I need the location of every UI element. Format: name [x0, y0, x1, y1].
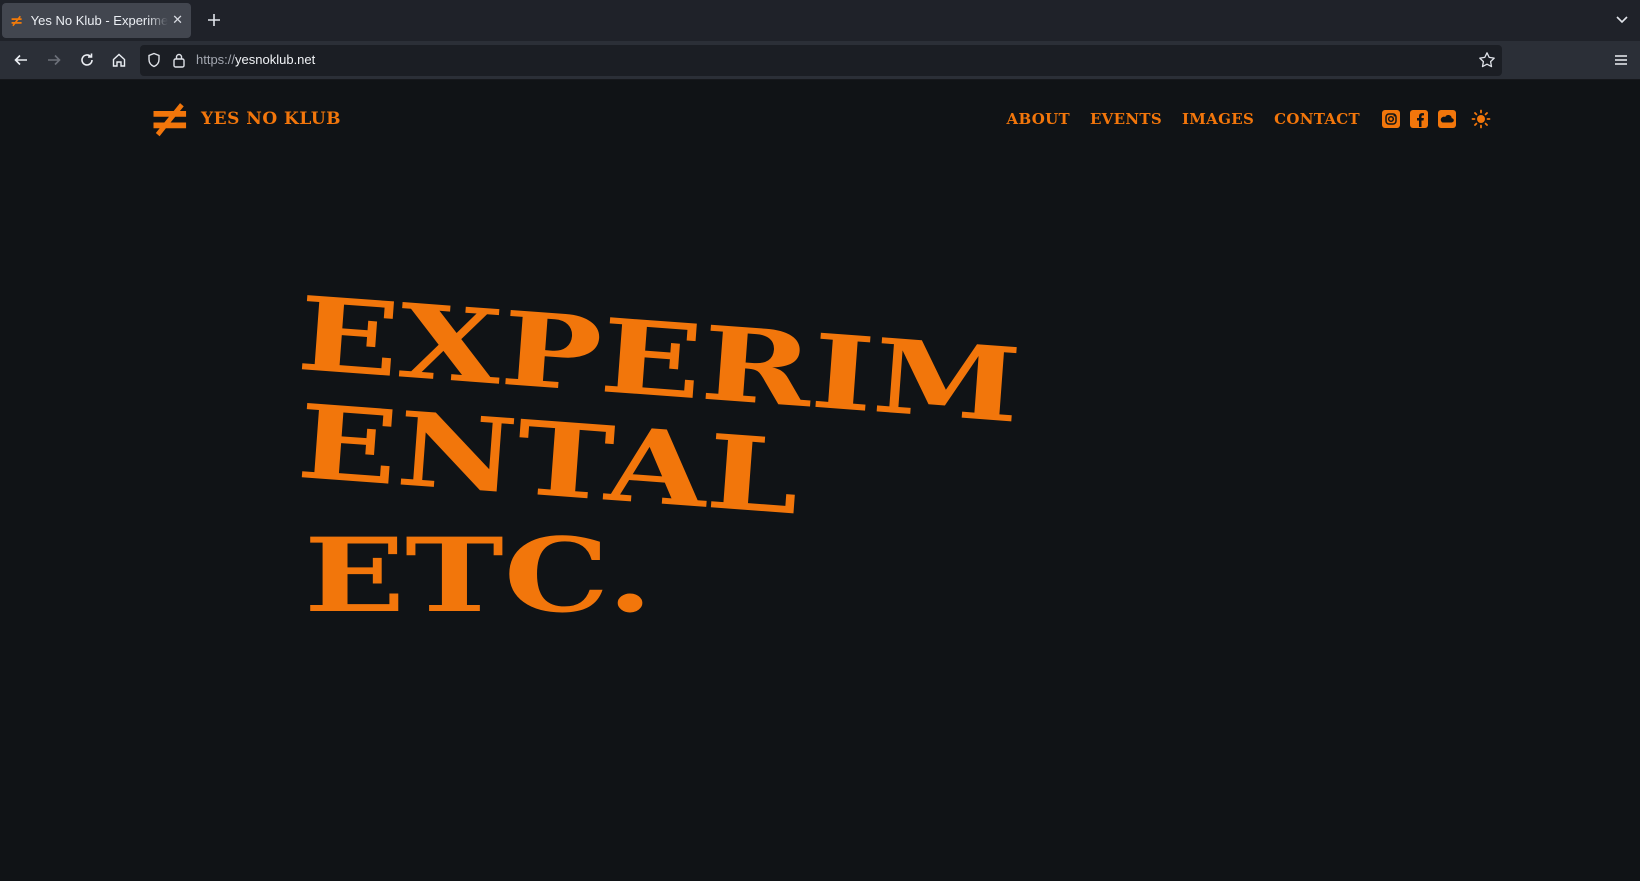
home-button[interactable]	[108, 49, 130, 71]
hero-section: EXPERIM ENTAL ETC.	[0, 80, 1640, 881]
url-text[interactable]: https://yesnoklub.net	[196, 52, 315, 67]
url-host: yesnoklub.net	[235, 52, 316, 67]
website-page: ≠ YES NO KLUB ABOUT EVENTS IMAGES CONTAC…	[0, 80, 1640, 881]
forward-button[interactable]	[43, 49, 65, 71]
reload-button[interactable]	[76, 49, 98, 71]
close-icon[interactable]: ✕	[172, 13, 183, 28]
home-icon	[112, 53, 126, 67]
app-menu-button[interactable]	[1610, 49, 1632, 71]
back-button[interactable]	[10, 49, 32, 71]
forward-icon	[48, 54, 61, 66]
browser-tab-bar: ≠ Yes No Klub - Experimental etc. ✕	[0, 0, 1640, 41]
favicon-icon: ≠	[10, 10, 24, 30]
tab-list-button[interactable]	[1614, 11, 1630, 29]
plus-icon	[208, 14, 220, 26]
url-bar[interactable]: https://yesnoklub.net	[140, 45, 1502, 76]
shield-icon[interactable]	[146, 52, 162, 72]
reload-icon	[81, 53, 93, 66]
back-icon	[14, 54, 27, 66]
tab-list-icon	[1616, 16, 1628, 24]
hero-line-3: ETC.	[304, 516, 654, 636]
browser-nav-bar: https://yesnoklub.net	[0, 41, 1640, 80]
star-icon[interactable]	[1478, 51, 1496, 73]
menu-icon	[1615, 55, 1627, 65]
tab-title: Yes No Klub - Experimental etc.	[30, 13, 169, 28]
browser-tab-active[interactable]: ≠ Yes No Klub - Experimental etc. ✕	[2, 3, 191, 38]
new-tab-button[interactable]	[203, 8, 225, 32]
lock-icon[interactable]	[172, 52, 186, 72]
url-protocol: https://	[196, 52, 236, 67]
